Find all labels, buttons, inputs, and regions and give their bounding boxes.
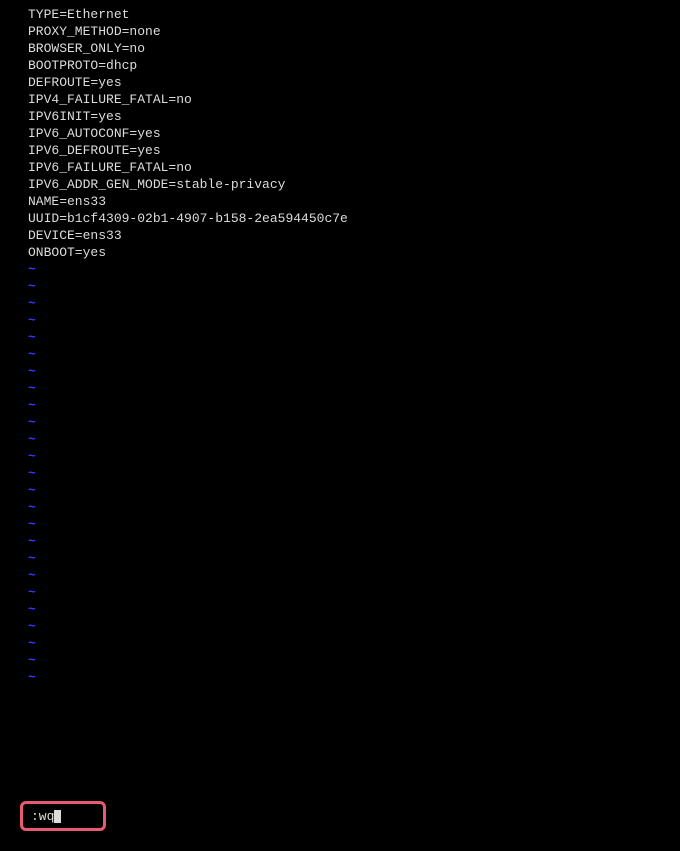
config-line[interactable]: PROXY_METHOD=none [28,23,680,40]
config-line[interactable]: IPV6INIT=yes [28,108,680,125]
config-line[interactable]: IPV4_FAILURE_FATAL=no [28,91,680,108]
config-line[interactable]: NAME=ens33 [28,193,680,210]
empty-line-marker: ~ [28,652,680,669]
empty-line-marker: ~ [28,448,680,465]
config-line[interactable]: IPV6_DEFROUTE=yes [28,142,680,159]
empty-line-marker: ~ [28,465,680,482]
config-line[interactable]: BOOTPROTO=dhcp [28,57,680,74]
config-line[interactable]: IPV6_ADDR_GEN_MODE=stable-privacy [28,176,680,193]
empty-line-marker: ~ [28,329,680,346]
empty-line-marker: ~ [28,278,680,295]
config-line[interactable]: TYPE=Ethernet [28,6,680,23]
empty-line-marker: ~ [28,669,680,686]
empty-line-marker: ~ [28,431,680,448]
empty-line-marker: ~ [28,363,680,380]
empty-line-marker: ~ [28,414,680,431]
empty-line-marker: ~ [28,295,680,312]
config-line[interactable]: BROWSER_ONLY=no [28,40,680,57]
config-line[interactable]: DEVICE=ens33 [28,227,680,244]
empty-line-marker: ~ [28,516,680,533]
cursor [54,810,61,823]
empty-line-marker: ~ [28,346,680,363]
empty-line-marker: ~ [28,567,680,584]
empty-line-marker: ~ [28,618,680,635]
config-line[interactable]: ONBOOT=yes [28,244,680,261]
editor-content[interactable]: TYPE=EthernetPROXY_METHOD=noneBROWSER_ON… [28,6,680,261]
empty-lines: ~~~~~~~~~~~~~~~~~~~~~~~~~ [28,261,680,686]
empty-line-marker: ~ [28,601,680,618]
empty-line-marker: ~ [28,499,680,516]
config-line[interactable]: UUID=b1cf4309-02b1-4907-b158-2ea594450c7… [28,210,680,227]
empty-line-marker: ~ [28,584,680,601]
config-line[interactable]: IPV6_FAILURE_FATAL=no [28,159,680,176]
config-line[interactable]: IPV6_AUTOCONF=yes [28,125,680,142]
empty-line-marker: ~ [28,397,680,414]
command-line-highlight: :wq [20,801,106,831]
vi-command[interactable]: :wq [31,808,54,825]
config-line[interactable]: DEFROUTE=yes [28,74,680,91]
empty-line-marker: ~ [28,380,680,397]
empty-line-marker: ~ [28,550,680,567]
empty-line-marker: ~ [28,533,680,550]
empty-line-marker: ~ [28,635,680,652]
empty-line-marker: ~ [28,261,680,278]
empty-line-marker: ~ [28,312,680,329]
empty-line-marker: ~ [28,482,680,499]
